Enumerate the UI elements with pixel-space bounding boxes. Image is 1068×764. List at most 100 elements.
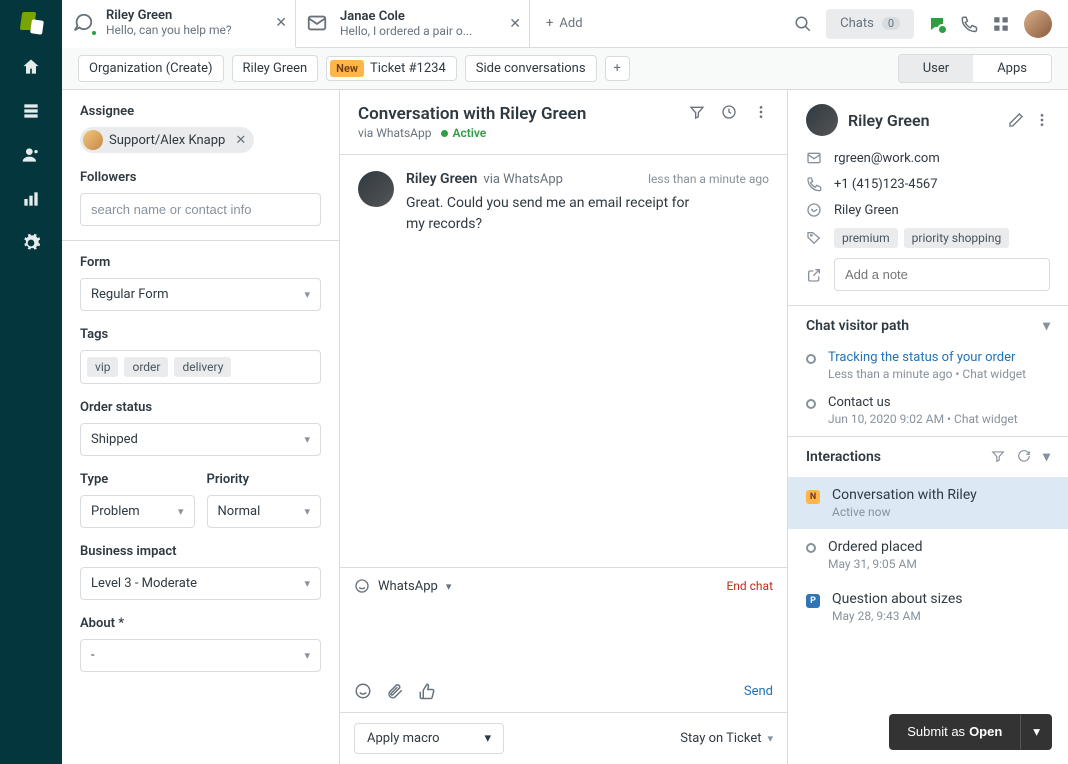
composer-textarea[interactable] — [340, 604, 787, 674]
priority-select[interactable]: Normal▾ — [207, 495, 322, 528]
chevron-down-icon: ▾ — [304, 505, 310, 518]
submit-button[interactable]: Submit as Open — [889, 714, 1020, 750]
end-chat-button[interactable]: End chat — [726, 579, 773, 593]
add-tab-button[interactable]: + Add — [530, 16, 599, 31]
attachment-icon[interactable] — [386, 682, 404, 700]
pill-ticket[interactable]: New Ticket #1234 — [326, 56, 457, 81]
phone-icon[interactable] — [960, 15, 978, 33]
mail-icon — [806, 150, 822, 166]
interaction-item[interactable]: P Question about sizesMay 28, 9:43 AM — [788, 581, 1068, 633]
edit-icon[interactable] — [1008, 112, 1024, 128]
emoji-icon[interactable] — [354, 682, 372, 700]
remove-icon[interactable]: ✕ — [235, 133, 246, 148]
search-icon[interactable] — [794, 15, 812, 33]
pill-requester[interactable]: Riley Green — [232, 55, 319, 82]
customers-icon[interactable] — [20, 144, 42, 166]
interaction-item[interactable]: N Conversation with RileyActive now — [788, 477, 1068, 529]
tab-janae[interactable]: Janae Cole Hello, I ordered a pair o... … — [296, 0, 530, 48]
message-list: Riley Green via WhatsApp less than a min… — [340, 155, 787, 567]
profile-tag[interactable]: premium — [834, 228, 898, 248]
customer-panel: Riley Green rgreen@work.com +1 (415)123-… — [788, 90, 1068, 764]
channel-label[interactable]: WhatsApp — [378, 579, 438, 594]
note-input[interactable] — [834, 258, 1050, 291]
apply-macro-select[interactable]: Apply macro▾ — [354, 723, 504, 754]
impact-select[interactable]: Level 3 - Moderate▾ — [80, 567, 321, 600]
submit-menu-button[interactable]: ▾ — [1020, 714, 1052, 750]
conversation-panel: Conversation with Riley Green via WhatsA… — [340, 90, 788, 764]
chevron-down-icon: ▾ — [304, 288, 310, 301]
type-select[interactable]: Problem▾ — [80, 495, 195, 528]
profile-name: Riley Green — [848, 111, 998, 130]
views-icon[interactable] — [20, 100, 42, 122]
conversation-header: Conversation with Riley Green via WhatsA… — [340, 90, 787, 155]
tag-chip[interactable]: delivery — [174, 357, 231, 377]
tab-riley[interactable]: Riley Green Hello, can you help me? ✕ — [62, 0, 296, 48]
path-item[interactable]: Contact usJun 10, 2020 9:02 AM • Chat wi… — [788, 391, 1068, 436]
chats-button[interactable]: Chats 0 — [826, 9, 914, 39]
home-icon[interactable] — [20, 56, 42, 78]
message-via: via WhatsApp — [483, 172, 563, 187]
pending-badge-icon: P — [806, 594, 820, 608]
form-select[interactable]: Regular Form▾ — [80, 278, 321, 311]
whatsapp-icon — [806, 202, 822, 218]
followers-input[interactable] — [80, 193, 321, 226]
external-link-icon — [806, 267, 822, 283]
tag-chip[interactable]: order — [124, 357, 168, 377]
interaction-item[interactable]: Ordered placedMay 31, 9:05 AM — [788, 529, 1068, 581]
history-icon[interactable] — [721, 104, 737, 120]
thumbs-up-icon[interactable] — [418, 682, 436, 700]
overflow-icon[interactable] — [1034, 112, 1050, 128]
overflow-icon[interactable] — [753, 104, 769, 120]
path-item[interactable]: Tracking the status of your orderLess th… — [788, 346, 1068, 391]
send-button[interactable]: Send — [744, 684, 773, 699]
tags-field[interactable]: vip order delivery — [80, 350, 321, 384]
timeline-dot — [806, 399, 816, 409]
tag-chip[interactable]: vip — [87, 357, 118, 377]
timeline-dot — [806, 543, 816, 553]
priority-label: Priority — [207, 472, 322, 487]
tab-title: Janae Cole — [340, 9, 472, 24]
user-avatar[interactable] — [1024, 10, 1052, 38]
close-icon[interactable]: ✕ — [509, 16, 521, 32]
segment-user[interactable]: User — [899, 55, 973, 82]
pill-add[interactable]: + — [605, 56, 630, 81]
brand-logo — [19, 10, 43, 34]
message: Riley Green via WhatsApp less than a min… — [358, 171, 769, 235]
type-label: Type — [80, 472, 195, 487]
refresh-icon[interactable] — [1017, 449, 1031, 465]
assignee-chip[interactable]: Support/Alex Knapp ✕ — [80, 127, 254, 153]
nav-rail — [0, 0, 62, 764]
tab-subtitle: Hello, can you help me? — [106, 23, 232, 37]
chevron-down-icon: ▾ — [767, 732, 773, 745]
segment-apps[interactable]: Apps — [973, 55, 1051, 82]
order-status-select[interactable]: Shipped▾ — [80, 423, 321, 456]
about-label: About * — [80, 616, 321, 631]
online-status-dot — [90, 29, 98, 37]
products-icon[interactable] — [992, 15, 1010, 33]
breadcrumb-row: Organization (Create) Riley Green New Ti… — [62, 48, 1068, 90]
stay-on-ticket-select[interactable]: Stay on Ticket▾ — [680, 731, 773, 746]
chevron-down-icon[interactable]: ▾ — [446, 580, 452, 593]
profile-tag[interactable]: priority shopping — [904, 228, 1010, 248]
reporting-icon[interactable] — [20, 188, 42, 210]
close-icon[interactable]: ✕ — [275, 15, 287, 31]
path-link[interactable]: Tracking the status of your order — [828, 350, 1026, 365]
chevron-down-icon[interactable]: ▾ — [1043, 318, 1050, 334]
message-avatar — [358, 171, 394, 207]
chevron-down-icon: ▾ — [178, 505, 184, 518]
profile-phone: +1 (415)123-4567 — [834, 177, 938, 192]
chat-status-icon[interactable] — [928, 15, 946, 33]
pill-organization[interactable]: Organization (Create) — [78, 55, 224, 82]
admin-icon[interactable] — [20, 232, 42, 254]
tab-title: Riley Green — [106, 8, 232, 23]
pill-side-conversations[interactable]: Side conversations — [465, 55, 597, 82]
chevron-down-icon[interactable]: ▾ — [1043, 449, 1050, 465]
filter-icon[interactable] — [689, 104, 705, 120]
about-select[interactable]: -▾ — [80, 639, 321, 672]
filter-icon[interactable] — [991, 449, 1005, 465]
bottom-bar: Apply macro▾ Stay on Ticket▾ — [340, 712, 787, 764]
phone-icon — [806, 176, 822, 192]
top-bar: Riley Green Hello, can you help me? ✕ Ja… — [62, 0, 1068, 48]
chat-count-badge: 0 — [882, 17, 900, 30]
order-status-label: Order status — [80, 400, 321, 415]
